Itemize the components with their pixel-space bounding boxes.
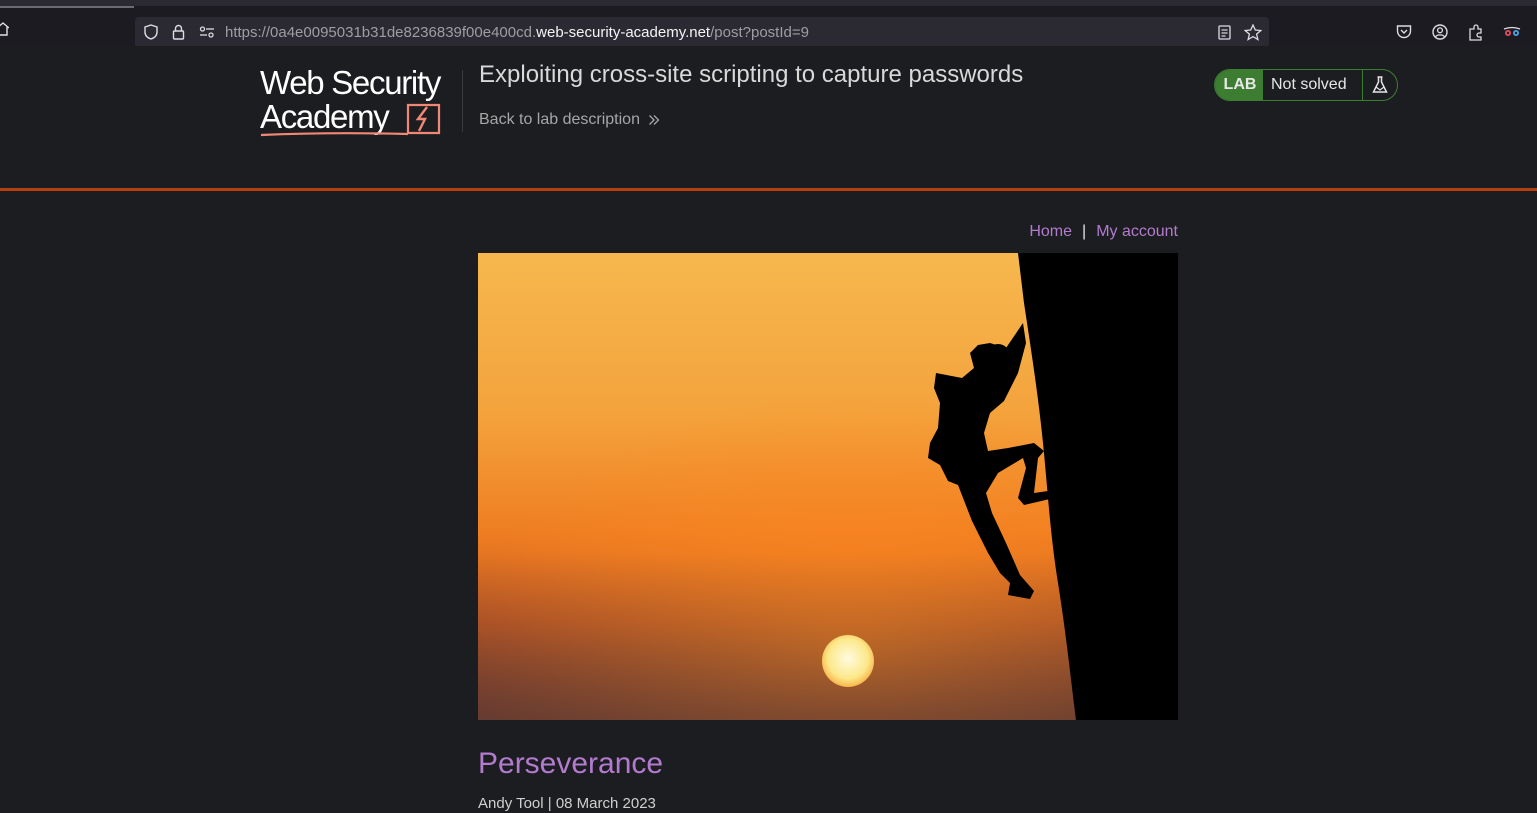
back-link-label: Back to lab description [479,111,640,128]
extension-glasses-icon[interactable] [1503,26,1521,39]
top-nav: Home | My account [1029,223,1178,241]
logo-line-1: Web Security [260,64,441,101]
active-tab-indicator [0,6,134,8]
url-domain: web-security-academy.net [536,24,711,41]
extensions-icon[interactable] [1468,24,1484,41]
lab-flask-container [1362,70,1397,100]
lab-status-widget: LAB Not solved [1214,69,1398,101]
address-bar[interactable]: https://0a4e0095031b31de8236839f00e400cd… [135,17,1269,48]
browser-toolbar: https://0a4e0095031b31de8236839f00e400cd… [0,0,1537,48]
logo-divider [462,70,463,132]
lab-badge: LAB [1215,70,1263,100]
nav-home-link[interactable]: Home [1029,223,1072,240]
web-security-academy-logo[interactable]: Web Security Academy [260,66,460,141]
home-icon[interactable] [0,22,9,36]
url-prefix: https://0a4e0095031b31de8236839f00e400cd… [225,24,537,41]
post-title: Perseverance [478,747,664,780]
post-meta: Andy Tool | 08 March 2023 [478,795,656,812]
double-chevron-right-icon [649,115,660,125]
flask-icon [1372,76,1388,93]
url-text[interactable]: https://0a4e0095031b31de8236839f00e400cd… [225,24,809,42]
account-icon[interactable] [1432,24,1448,40]
nav-separator: | [1082,223,1087,240]
header-accent-rule [0,188,1537,191]
permissions-icon[interactable] [199,26,215,38]
back-to-lab-description-link[interactable]: Back to lab description [479,110,660,130]
reader-view-icon[interactable] [1218,25,1231,40]
lab-status-text: Not solved [1271,76,1347,93]
lock-icon[interactable] [172,24,185,40]
logo-lightning-icon [406,103,441,135]
nav-my-account-link[interactable]: My account [1096,223,1178,240]
post-image-climber-sunset [478,253,1178,720]
url-path: /post?postId=9 [710,24,809,41]
lab-title: Exploiting cross-site scripting to captu… [479,61,1024,88]
logo-underline [260,132,409,137]
pocket-icon[interactable] [1396,24,1412,39]
logo-line-2: Academy [260,98,390,135]
bookmark-star-icon[interactable] [1244,24,1262,41]
shield-icon[interactable] [144,24,158,40]
